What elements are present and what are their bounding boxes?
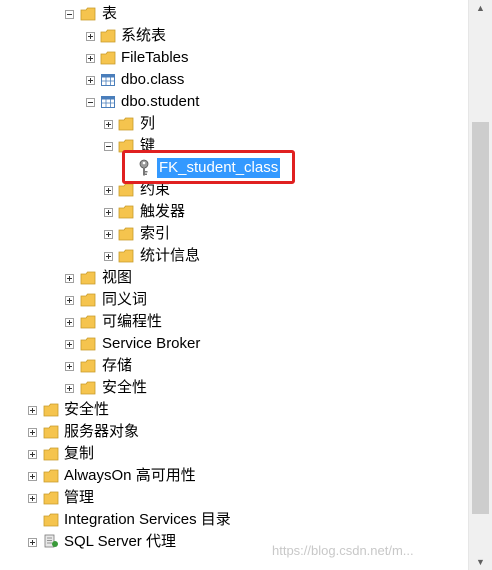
tree-node-label: dbo.class [121,71,185,88]
table-icon [101,74,115,86]
folder-icon [118,205,134,219]
tree-node-replication[interactable]: 复制 [0,443,468,465]
folder-icon [80,293,96,307]
expand-icon[interactable] [28,406,37,415]
folder-icon [80,381,96,395]
tree-node-label: 复制 [64,445,95,462]
expand-icon[interactable] [104,208,113,217]
tree-node-label: 索引 [140,225,171,242]
tree-node-management[interactable]: 管理 [0,487,468,509]
tree-node-label: 服务器对象 [64,423,140,440]
tree-node-triggers[interactable]: 触发器 [0,201,468,223]
expand-icon[interactable] [65,362,74,371]
watermark: https://blog.csdn.net/m... [272,543,414,558]
tree-node-label: 同义词 [102,291,148,308]
arrow-up-icon[interactable]: ▲ [469,0,492,16]
folder-icon [80,271,96,285]
tree-node-dbo-class[interactable]: dbo.class [0,69,468,91]
expand-icon[interactable] [28,428,37,437]
folder-icon [118,117,134,131]
expand-icon[interactable] [28,494,37,503]
tree-node-label: 安全性 [102,379,148,396]
expand-icon[interactable] [86,54,95,63]
folder-icon [80,315,96,329]
tree-node-label: 管理 [64,489,95,506]
tree-node-label: 触发器 [140,203,186,220]
tree-node-columns[interactable]: 列 [0,113,468,135]
tree-node-statistics[interactable]: 统计信息 [0,245,468,267]
tree-node-label: Service Broker [102,335,201,352]
highlight-box [122,150,295,184]
tree-node-system-tables[interactable]: 系统表 [0,25,468,47]
expand-icon[interactable] [28,450,37,459]
tree-node-synonyms[interactable]: 同义词 [0,289,468,311]
tree-node-label: FileTables [121,49,189,66]
tree-node-db-security[interactable]: 安全性 [0,377,468,399]
expand-icon[interactable] [104,230,113,239]
tree-node-label: Integration Services 目录 [64,511,231,528]
folder-icon [43,491,59,505]
tree-node-label: dbo.student [121,93,200,110]
tree-node-server-objects[interactable]: 服务器对象 [0,421,468,443]
scrollbar-thumb[interactable] [472,122,489,514]
folder-icon [43,425,59,439]
collapse-icon[interactable] [86,98,95,107]
expand-icon[interactable] [104,120,113,129]
expand-icon[interactable] [65,318,74,327]
tree-node-label: 列 [140,115,156,132]
expand-icon[interactable] [104,252,113,261]
folder-icon [118,249,134,263]
folder-icon [100,29,116,43]
expand-icon[interactable] [86,32,95,41]
folder-icon [43,513,59,527]
tree-node-label: 安全性 [64,401,110,418]
expand-icon[interactable] [65,384,74,393]
tree-node-dbo-student[interactable]: dbo.student [0,91,468,113]
folder-icon [80,359,96,373]
folder-icon [118,227,134,241]
object-explorer-tree: 表 系统表 FileTables dbo.class dbo.student 列… [0,0,468,570]
expand-icon[interactable] [28,538,37,547]
table-icon [101,96,115,108]
tree-node-service-broker[interactable]: Service Broker [0,333,468,355]
tree-node-label: SQL Server 代理 [64,533,176,550]
tree-node-filetables[interactable]: FileTables [0,47,468,69]
tree-node-label: 表 [102,5,118,22]
expand-icon[interactable] [65,296,74,305]
tree-node-storage[interactable]: 存储 [0,355,468,377]
tree-node-server-security[interactable]: 安全性 [0,399,468,421]
expand-icon[interactable] [104,186,113,195]
agent-icon [44,534,58,548]
tree-node-alwayson[interactable]: AlwaysOn 高可用性 [0,465,468,487]
tree-node-label: 存储 [102,357,133,374]
folder-icon [100,51,116,65]
folder-icon [43,403,59,417]
tree-node-integration-services[interactable]: Integration Services 目录 [0,509,468,531]
folder-icon [118,183,134,197]
tree-node-label: 统计信息 [140,247,201,264]
tree-node-views[interactable]: 视图 [0,267,468,289]
folder-icon [43,469,59,483]
folder-icon [80,7,96,21]
tree-node-tables[interactable]: 表 [0,3,468,25]
arrow-down-icon[interactable]: ▼ [469,554,492,570]
collapse-icon[interactable] [65,10,74,19]
tree-node-label: 系统表 [121,27,167,44]
expand-icon[interactable] [65,340,74,349]
vertical-scrollbar[interactable]: ▲ ▼ [468,0,492,570]
expand-icon[interactable] [28,472,37,481]
tree-node-label: 视图 [102,269,133,286]
expand-icon[interactable] [86,76,95,85]
expand-icon[interactable] [65,274,74,283]
tree-node-label: AlwaysOn 高可用性 [64,467,196,484]
tree-node-programmability[interactable]: 可编程性 [0,311,468,333]
tree-node-label: 可编程性 [102,313,163,330]
collapse-icon[interactable] [104,142,113,151]
tree-node-indexes[interactable]: 索引 [0,223,468,245]
folder-icon [80,337,96,351]
folder-icon [43,447,59,461]
